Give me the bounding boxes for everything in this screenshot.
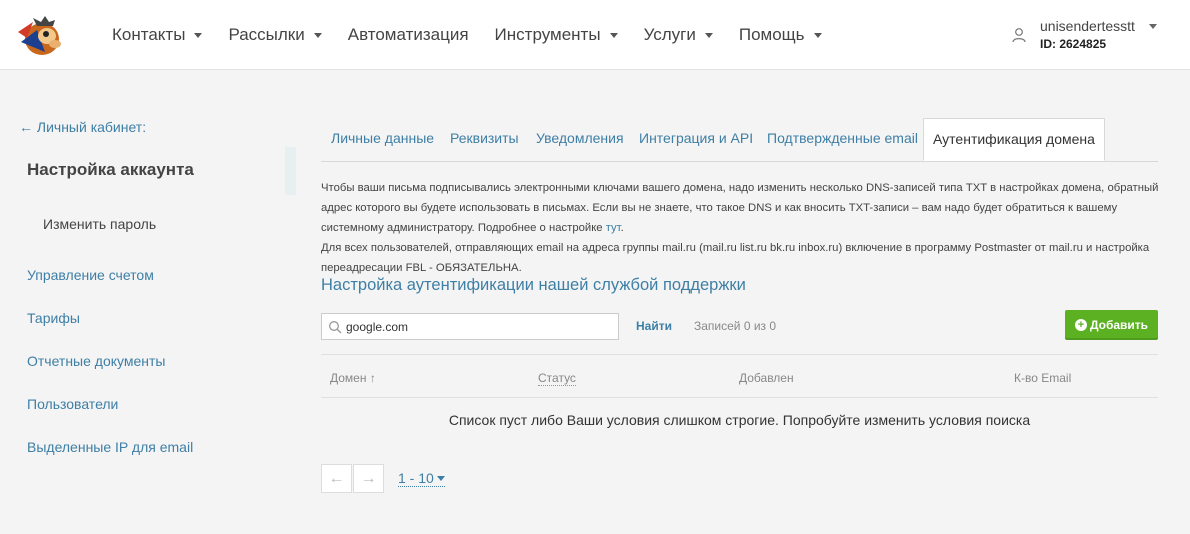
user-icon [1012, 28, 1026, 43]
nav-automation[interactable]: Автоматизация [348, 25, 469, 45]
nav-automation-label: Автоматизация [347, 24, 469, 44]
add-domain-button[interactable]: + Добавить [1065, 310, 1158, 340]
records-count: Записей 0 из 0 [694, 319, 777, 333]
column-header-status[interactable]: Статус [538, 371, 576, 386]
postmaster-note: Для всех пользователей, отправляющих ema… [321, 242, 1150, 274]
empty-table-message: Список пуст либо Ваши условия слишком ст… [448, 412, 1031, 428]
nav-services-label: Услуги [643, 24, 696, 44]
nav-tools[interactable]: Инструменты [495, 25, 618, 45]
settings-tabs: Личные данные Реквизиты Уведомления Инте… [321, 118, 1158, 162]
chevron-down-icon [436, 476, 445, 481]
chevron-down-icon [813, 32, 822, 38]
nav-tools-label: Инструменты [494, 24, 601, 44]
find-button[interactable]: Найти [636, 319, 672, 333]
description-text: Чтобы ваши письма подписывались электрон… [321, 182, 1159, 234]
nav-contacts-label: Контакты [112, 24, 186, 44]
nav-help[interactable]: Помощь [739, 25, 822, 45]
chevron-down-icon [313, 32, 322, 38]
tab-integration-api[interactable]: Интеграция и API [639, 118, 753, 160]
domain-search [321, 313, 619, 340]
nav-mailings[interactable]: Рассылки [228, 24, 322, 45]
table-divider [321, 397, 1158, 398]
tab-notifications[interactable]: Уведомления [536, 118, 624, 160]
unisender-logo[interactable] [15, 12, 65, 58]
back-to-cabinet-link[interactable]: ← Личный кабинет: [19, 119, 146, 135]
chevron-down-icon [194, 32, 203, 38]
sidebar-item-users[interactable]: Пользователи [27, 396, 118, 412]
column-header-email-count: К-во Email [1014, 371, 1072, 385]
plus-icon: + [1074, 319, 1087, 331]
tab-domain-auth[interactable]: Аутентификация домена [923, 118, 1105, 161]
sidebar-item-change-password[interactable]: Изменить пароль [43, 216, 156, 232]
tab-confirmed-emails[interactable]: Подтвержденные email [767, 118, 918, 160]
add-button-label: Добавить [1089, 318, 1149, 332]
sidebar-title: Настройка аккаунта [27, 160, 194, 179]
prev-page-button[interactable]: ← [321, 464, 352, 493]
chevron-down-icon [1148, 24, 1157, 29]
user-menu[interactable]: unisendertesstt ID: 2624825 [1012, 17, 1157, 55]
column-header-added: Добавлен [739, 371, 794, 385]
tab-requisites[interactable]: Реквизиты [450, 118, 519, 160]
user-id: ID: 2624825 [1040, 37, 1107, 51]
user-info: unisendertesstt ID: 2624825 [1040, 17, 1135, 53]
per-page-select[interactable]: 1 - 10 [398, 470, 445, 487]
table-divider [321, 354, 1158, 355]
sidebar-item-dedicated-ip[interactable]: Выделенные IP для email [27, 439, 193, 455]
tab-personal-data[interactable]: Личные данные [331, 118, 434, 160]
top-navbar: Контакты Рассылки Автоматизация Инструме… [0, 0, 1190, 70]
sidebar-item-tariffs[interactable]: Тарифы [27, 310, 80, 326]
next-page-button[interactable]: → [353, 464, 384, 493]
nav-services[interactable]: Услуги [644, 25, 713, 45]
nav-contacts[interactable]: Контакты [112, 24, 203, 45]
main-nav: Контакты Рассылки Автоматизация Инструме… [112, 0, 848, 69]
sidebar-item-documents[interactable]: Отчетные документы [27, 353, 166, 369]
column-header-domain[interactable]: Домен ↑ [330, 371, 376, 385]
user-name: unisendertesstt [1040, 18, 1135, 34]
nav-mailings-label: Рассылки [228, 24, 305, 44]
domain-search-input[interactable] [346, 317, 612, 336]
details-link[interactable]: тут [606, 222, 621, 234]
chevron-down-icon [609, 32, 618, 38]
search-icon [329, 321, 342, 334]
sidebar-active-indicator [285, 147, 296, 195]
nav-help-label: Помощь [738, 24, 805, 44]
description-text-end: . [620, 222, 624, 234]
domain-auth-description: Чтобы ваши письма подписывались электрон… [321, 178, 1161, 278]
sidebar-item-billing[interactable]: Управление счетом [27, 267, 154, 283]
chevron-down-icon [704, 32, 713, 38]
section-title: Настройка аутентификации нашей службой п… [321, 276, 746, 294]
per-page-label: 1 - 10 [398, 470, 434, 486]
